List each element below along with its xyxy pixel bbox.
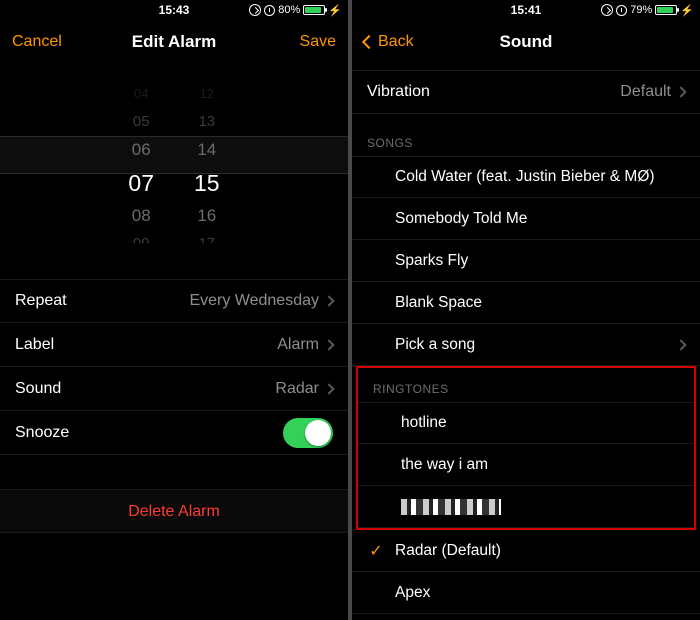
orientation-lock-icon	[249, 4, 261, 16]
charging-icon: ⚡	[328, 4, 342, 17]
nav-title: Edit Alarm	[132, 32, 216, 52]
nav-bar: Back Sound	[352, 20, 700, 64]
ringtone-row[interactable]: Apex	[352, 572, 700, 614]
alarm-icon	[264, 5, 275, 16]
song-label: Sparks Fly	[395, 252, 468, 270]
ringtone-label: Apex	[395, 584, 430, 602]
sound-screen: 15:41 79% ⚡ Back Sound Vibration Default…	[352, 0, 700, 620]
row-value: Default	[620, 83, 671, 101]
status-time: 15:43	[159, 3, 190, 17]
song-row[interactable]: Sparks Fly	[352, 240, 700, 282]
minute-wheel[interactable]: 12 13 14 15 16 17 18	[194, 68, 220, 243]
battery-icon	[655, 5, 677, 15]
ringtone-row-censored[interactable]	[358, 486, 694, 528]
sound-list: Vibration Default SONGS Cold Water (feat…	[352, 70, 700, 620]
row-label: Snooze	[15, 424, 69, 442]
status-bar: 15:43 80% ⚡	[0, 0, 348, 20]
censored-label	[401, 499, 501, 515]
battery-icon	[303, 5, 325, 15]
chevron-right-icon	[675, 86, 686, 97]
song-row[interactable]: Somebody Told Me	[352, 198, 700, 240]
charging-icon: ⚡	[680, 4, 694, 17]
status-time: 15:41	[511, 3, 542, 17]
pick-a-song-row[interactable]: Pick a song	[352, 324, 700, 366]
edit-alarm-screen: 15:43 80% ⚡ Cancel Edit Alarm Save 04 05…	[0, 0, 348, 620]
row-value: Every Wednesday	[189, 292, 319, 310]
hour-wheel[interactable]: 04 05 06 07 08 09 10	[128, 68, 154, 243]
battery-percent: 79%	[630, 4, 652, 16]
ringtone-row[interactable]: the way i am	[358, 444, 694, 486]
row-value: Radar	[275, 380, 319, 398]
check-icon: ✓	[367, 541, 385, 561]
chevron-right-icon	[323, 339, 334, 350]
time-picker[interactable]: 04 05 06 07 08 09 10 12 13 14 15 16 17 1…	[0, 68, 348, 243]
cancel-button[interactable]: Cancel	[12, 33, 62, 51]
ringtone-label: hotline	[401, 414, 447, 432]
status-bar: 15:41 79% ⚡	[352, 0, 700, 20]
song-row[interactable]: Blank Space	[352, 282, 700, 324]
orientation-lock-icon	[601, 4, 613, 16]
status-right: 80% ⚡	[249, 4, 342, 17]
song-label: Blank Space	[395, 294, 482, 312]
back-button[interactable]: Back	[364, 33, 414, 51]
ringtone-row[interactable]: hotline	[358, 402, 694, 444]
snooze-toggle[interactable]	[283, 418, 333, 448]
chevron-right-icon	[323, 295, 334, 306]
save-button[interactable]: Save	[300, 33, 336, 51]
battery-percent: 80%	[278, 4, 300, 16]
chevron-left-icon	[362, 35, 376, 49]
chevron-right-icon	[675, 339, 686, 350]
highlight-box: RINGTONES hotline the way i am	[356, 366, 696, 530]
status-right: 79% ⚡	[601, 4, 694, 17]
section-header-songs: SONGS	[352, 114, 700, 156]
delete-alarm-button[interactable]: Delete Alarm	[0, 489, 348, 533]
row-label-text: Label	[15, 336, 54, 354]
nav-title: Sound	[500, 32, 553, 52]
pick-label: Pick a song	[395, 336, 475, 354]
row-repeat[interactable]: Repeat Every Wednesday	[0, 279, 348, 323]
ringtone-label: the way i am	[401, 456, 488, 474]
alarm-options-list: Repeat Every Wednesday Label Alarm Sound…	[0, 279, 348, 455]
row-vibration[interactable]: Vibration Default	[352, 70, 700, 114]
row-sound[interactable]: Sound Radar	[0, 367, 348, 411]
row-value: Alarm	[277, 336, 319, 354]
ringtone-label: Radar (Default)	[395, 542, 501, 560]
section-header-ringtones: RINGTONES	[358, 368, 694, 402]
row-label: Sound	[15, 380, 61, 398]
alarm-icon	[616, 5, 627, 16]
back-label: Back	[378, 33, 414, 51]
song-label: Cold Water (feat. Justin Bieber & MØ)	[395, 168, 655, 186]
row-label: Repeat	[15, 292, 67, 310]
nav-bar: Cancel Edit Alarm Save	[0, 20, 348, 64]
song-label: Somebody Told Me	[395, 210, 527, 228]
ringtone-row[interactable]: Beacon	[352, 614, 700, 620]
row-snooze: Snooze	[0, 411, 348, 455]
ringtone-row[interactable]: ✓ Radar (Default)	[352, 530, 700, 572]
song-row[interactable]: Cold Water (feat. Justin Bieber & MØ)	[352, 156, 700, 198]
chevron-right-icon	[323, 383, 334, 394]
row-label[interactable]: Label Alarm	[0, 323, 348, 367]
row-label: Vibration	[367, 83, 430, 101]
